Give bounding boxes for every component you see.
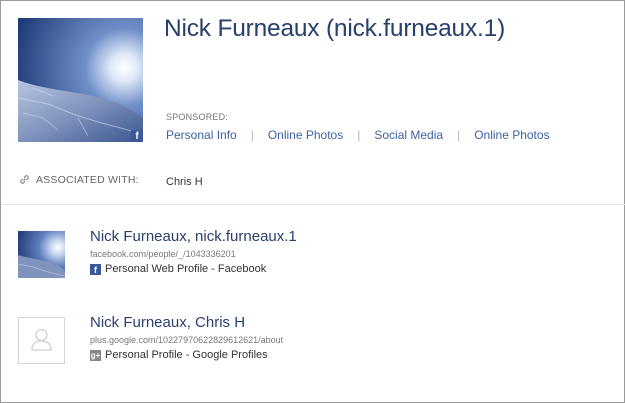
facebook-icon: f	[90, 263, 101, 275]
google-plus-icon: g+	[90, 349, 101, 361]
sponsored-label: SPONSORED:	[166, 112, 229, 122]
result-source-label: Personal Profile - Google Profiles	[105, 349, 268, 361]
result-thumbnail[interactable]	[18, 231, 65, 278]
facebook-badge-icon: f	[131, 130, 143, 142]
link-icon	[20, 175, 29, 184]
associated-with-row: ASSOCIATED WITH:	[18, 173, 139, 186]
user-placeholder-icon	[31, 328, 52, 351]
result-thumbnail-placeholder[interactable]	[18, 317, 65, 364]
result-url: facebook.com/people/_/1043336201	[90, 249, 236, 259]
sponsored-link-social-media[interactable]: Social Media	[374, 128, 443, 142]
profile-photo-image	[18, 18, 143, 142]
result-thumbnail-image	[18, 231, 65, 278]
section-divider	[2, 204, 625, 205]
sponsored-links: Personal Info | Online Photos | Social M…	[166, 128, 550, 142]
result-source: g+ Personal Profile - Google Profiles	[90, 349, 268, 361]
link-separator: |	[250, 128, 254, 142]
result-url: plus.google.com/102279706228296126​21/ab…	[90, 335, 284, 345]
people-search-panel: f Nick Furneaux (nick.furneaux.1) SPONSO…	[0, 0, 625, 403]
result-title[interactable]: Nick Furneaux, Chris H	[90, 314, 245, 331]
sponsored-link-online-photos-2[interactable]: Online Photos	[474, 128, 549, 142]
sponsored-link-online-photos[interactable]: Online Photos	[268, 128, 343, 142]
associated-with-value[interactable]: Chris H	[166, 176, 203, 188]
profile-photo[interactable]: f	[18, 18, 143, 142]
associated-with-label: ASSOCIATED WITH:	[36, 173, 139, 186]
profile-name[interactable]: Nick Furneaux (nick.furneaux.1)	[164, 15, 505, 43]
sponsored-link-personal-info[interactable]: Personal Info	[166, 128, 237, 142]
link-separator: |	[357, 128, 361, 142]
result-title[interactable]: Nick Furneaux, nick.furneaux.1	[90, 228, 297, 245]
link-separator: |	[457, 128, 461, 142]
result-source-label: Personal Web Profile - Facebook	[105, 263, 267, 275]
result-source: f Personal Web Profile - Facebook	[90, 263, 266, 275]
